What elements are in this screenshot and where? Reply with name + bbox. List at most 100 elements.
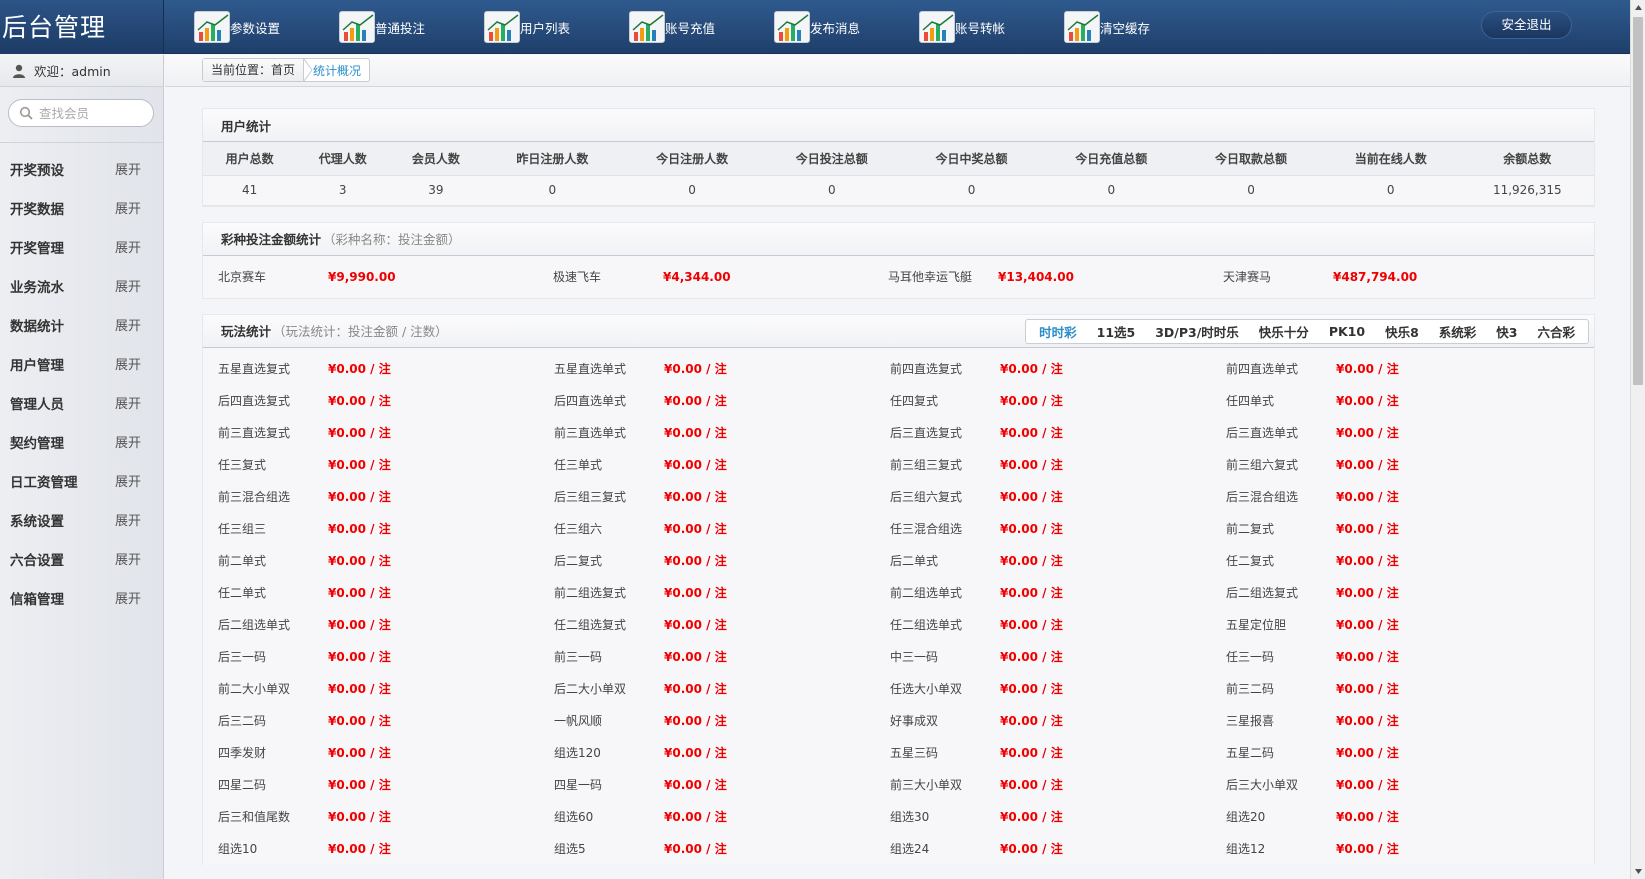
play-name: 任二复式 bbox=[1226, 554, 1275, 568]
lottery-tab[interactable]: 3D/P3/时时乐 bbox=[1145, 322, 1249, 341]
play-item: 任三单式 ¥0.00 / 注 bbox=[554, 456, 890, 473]
nav-item[interactable]: 发布消息 bbox=[774, 9, 919, 45]
play-row: 四星二码 ¥0.00 / 注 四星一码 ¥0.00 / 注 前三大小单双 ¥0.00 / … bbox=[218, 769, 1594, 801]
sidebar-item[interactable]: 管理人员 展开 bbox=[0, 383, 163, 422]
nav-item[interactable]: 清空缓存 bbox=[1064, 9, 1209, 45]
play-item: 任二复式 ¥0.00 / 注 bbox=[1226, 552, 1562, 569]
play-item: 组选24 ¥0.00 / 注 bbox=[890, 840, 1226, 857]
lottery-name: 极速飞车 bbox=[553, 270, 602, 284]
sidebar-item[interactable]: 信箱管理 展开 bbox=[0, 578, 163, 617]
breadcrumb-current[interactable]: 统计概况 bbox=[313, 62, 369, 79]
nav-item[interactable]: 参数设置 bbox=[194, 9, 339, 45]
logout-button[interactable]: 安全退出 bbox=[1481, 11, 1572, 39]
play-row: 任三组三 ¥0.00 / 注 任三组六 ¥0.00 / 注 任三混合组选 ¥0.00 / … bbox=[218, 513, 1594, 545]
breadcrumb-home[interactable]: 当前位置：首页 bbox=[203, 59, 304, 81]
lottery-amount: ¥13,404.00 bbox=[998, 269, 1074, 284]
play-item: 任二组选单式 ¥0.00 / 注 bbox=[890, 616, 1226, 633]
sidebar: 欢迎：admin 开奖预设展开开奖数据展开开奖管理展开业务流水展开数据统计展开用… bbox=[0, 55, 164, 879]
sidebar-item[interactable]: 开奖管理 展开 bbox=[0, 227, 163, 266]
expand-link[interactable]: 展开 bbox=[115, 237, 141, 256]
sidebar-item[interactable]: 数据统计 展开 bbox=[0, 305, 163, 344]
expand-link[interactable]: 展开 bbox=[115, 159, 141, 178]
table-header-row: 用户总数 代理人数 会员人数 昨日注册人数 今日注册人数 今日投注总额 今日中奖总额 今日充值… bbox=[203, 142, 1594, 176]
expand-link[interactable]: 展开 bbox=[115, 393, 141, 412]
play-item: 前三组三复式 ¥0.00 / 注 bbox=[890, 456, 1226, 473]
nav-item[interactable]: 账号充值 bbox=[629, 9, 774, 45]
top-bar: 后台管理 参数设置 普通投注 用户列表 账号充值 发布消息 账号转帐 清空缓存 安全退出 bbox=[0, 0, 1630, 54]
expand-link[interactable]: 展开 bbox=[115, 549, 141, 568]
sidebar-item-label: 管理人员 bbox=[10, 396, 64, 413]
lottery-row: 北京赛车 ¥9,990.00 极速飞车 ¥4,344.00 马耳他幸运飞艇 ¥13,404… bbox=[203, 256, 1594, 298]
play-name: 五星直选单式 bbox=[554, 362, 627, 376]
play-row: 后四直选复式 ¥0.00 / 注 后四直选单式 ¥0.00 / 注 任四复式 ¥0.00 … bbox=[218, 385, 1594, 417]
play-name: 后三直选复式 bbox=[890, 426, 963, 440]
play-item: 组选30 ¥0.00 / 注 bbox=[890, 808, 1226, 825]
sidebar-item[interactable]: 业务流水 展开 bbox=[0, 266, 163, 305]
lottery-tab[interactable]: 快3 bbox=[1486, 322, 1527, 341]
play-item: 前三组六复式 ¥0.00 / 注 bbox=[1226, 456, 1562, 473]
play-row: 前二大小单双 ¥0.00 / 注 后二大小单双 ¥0.00 / 注 任选大小单双 ¥0.0… bbox=[218, 673, 1594, 705]
sidebar-item[interactable]: 开奖数据 展开 bbox=[0, 188, 163, 227]
lottery-tab[interactable]: 系统彩 bbox=[1429, 322, 1487, 341]
play-item: 前三二码 ¥0.00 / 注 bbox=[1226, 680, 1562, 697]
sidebar-item[interactable]: 系统设置 展开 bbox=[0, 500, 163, 539]
play-name: 三星报喜 bbox=[1226, 714, 1275, 728]
sidebar-item[interactable]: 契约管理 展开 bbox=[0, 422, 163, 461]
lottery-tab[interactable]: PK10 bbox=[1319, 324, 1375, 339]
play-item: 五星直选复式 ¥0.00 / 注 bbox=[218, 360, 554, 377]
nav-item[interactable]: 用户列表 bbox=[484, 9, 629, 45]
scroll-thumb[interactable] bbox=[1633, 17, 1643, 385]
play-value: ¥0.00 / 注 bbox=[1336, 362, 1399, 376]
nav-label: 清空缓存 bbox=[1100, 20, 1151, 36]
search-input[interactable] bbox=[39, 105, 149, 121]
expand-link[interactable]: 展开 bbox=[115, 198, 141, 217]
lottery-tab[interactable]: 快乐8 bbox=[1375, 322, 1429, 341]
expand-link[interactable]: 展开 bbox=[115, 432, 141, 451]
play-value: ¥0.00 / 注 bbox=[1000, 778, 1063, 792]
play-value: ¥0.00 / 注 bbox=[1336, 586, 1399, 600]
vertical-scrollbar[interactable] bbox=[1630, 0, 1645, 879]
play-name: 好事成双 bbox=[890, 714, 939, 728]
expand-link[interactable]: 展开 bbox=[115, 588, 141, 607]
play-name: 任三一码 bbox=[1226, 650, 1275, 664]
play-item: 后三直选单式 ¥0.00 / 注 bbox=[1226, 424, 1562, 441]
table-cell: 11,926,315 bbox=[1460, 175, 1594, 206]
nav-item[interactable]: 普通投注 bbox=[339, 9, 484, 45]
expand-link[interactable]: 展开 bbox=[115, 471, 141, 490]
lottery-amount: ¥9,990.00 bbox=[328, 269, 396, 284]
lottery-tab[interactable]: 时时彩 bbox=[1029, 322, 1087, 341]
sidebar-item[interactable]: 日工资管理 展开 bbox=[0, 461, 163, 500]
expand-link[interactable]: 展开 bbox=[115, 276, 141, 295]
welcome-text: 欢迎：admin bbox=[34, 64, 111, 79]
sidebar-item[interactable]: 开奖预设 展开 bbox=[0, 149, 163, 188]
play-name: 组选24 bbox=[890, 842, 930, 856]
play-value: ¥0.00 / 注 bbox=[328, 842, 391, 856]
play-value: ¥0.00 / 注 bbox=[1000, 458, 1063, 472]
expand-link[interactable]: 展开 bbox=[115, 315, 141, 334]
play-name: 前二大小单双 bbox=[218, 682, 291, 696]
expand-link[interactable]: 展开 bbox=[115, 354, 141, 373]
play-value: ¥0.00 / 注 bbox=[328, 522, 391, 536]
play-item: 组选5 ¥0.00 / 注 bbox=[554, 840, 890, 857]
lottery-tab[interactable]: 11选5 bbox=[1087, 322, 1146, 341]
play-item: 前四直选复式 ¥0.00 / 注 bbox=[890, 360, 1226, 377]
lottery-amount: ¥4,344.00 bbox=[663, 269, 731, 284]
member-search[interactable] bbox=[8, 99, 154, 127]
play-value: ¥0.00 / 注 bbox=[1336, 458, 1399, 472]
nav-label: 普通投注 bbox=[375, 20, 426, 36]
play-name: 后三混合组选 bbox=[1226, 490, 1299, 504]
column-header: 用户总数 bbox=[203, 142, 297, 176]
play-value: ¥0.00 / 注 bbox=[1336, 682, 1399, 696]
sidebar-item[interactable]: 六合设置 展开 bbox=[0, 539, 163, 578]
scroll-down-icon[interactable] bbox=[1631, 864, 1645, 879]
nav-item[interactable]: 账号转帐 bbox=[919, 9, 1064, 45]
lottery-tab[interactable]: 六合彩 bbox=[1527, 322, 1585, 341]
sidebar-menu: 开奖预设 展开 开奖数据 展开 开奖管理 展开 业务流水 展开 数据统计 展开 用户管理 展开 管理人员… bbox=[0, 143, 163, 617]
scroll-up-icon[interactable] bbox=[1631, 0, 1645, 15]
table-cell: 0 bbox=[1181, 175, 1321, 206]
expand-link[interactable]: 展开 bbox=[115, 510, 141, 529]
play-item: 组选10 ¥0.00 / 注 bbox=[218, 840, 554, 857]
sidebar-item[interactable]: 用户管理 展开 bbox=[0, 344, 163, 383]
lottery-tab[interactable]: 快乐十分 bbox=[1249, 322, 1319, 341]
lottery-stats-panel: 彩种投注金额统计 （彩种名称：投注金额） 北京赛车 ¥9,990.00 极速飞车 ¥4… bbox=[202, 221, 1595, 299]
